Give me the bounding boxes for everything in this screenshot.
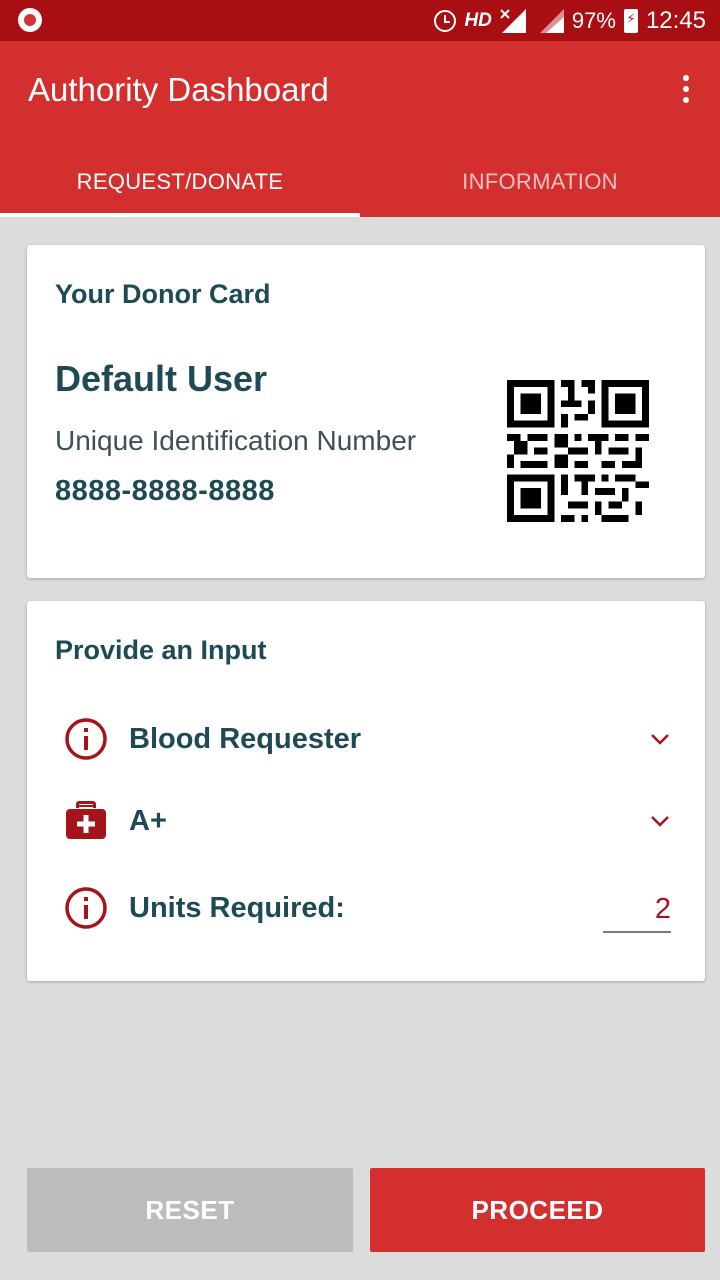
donor-name: Default User — [55, 358, 268, 399]
info-icon — [63, 716, 109, 762]
input-card: Provide an Input Blood Requester A+ Unit… — [27, 601, 705, 981]
hd-label: HD — [464, 9, 492, 31]
chevron-down-icon — [649, 728, 671, 750]
more-options-icon[interactable] — [680, 75, 692, 103]
units-required-row: Units Required: — [63, 878, 483, 938]
units-required-label: Units Required: — [129, 891, 345, 924]
requester-type-dropdown[interactable]: Blood Requester — [63, 709, 671, 769]
donor-card: Your Donor Card Default User Unique Iden… — [27, 245, 705, 578]
alarm-icon — [434, 9, 457, 32]
signal-no-data-icon — [500, 8, 526, 33]
chevron-down-icon — [649, 810, 671, 832]
signal-4g-icon — [534, 8, 564, 33]
page-title: Authority Dashboard — [28, 71, 329, 108]
donor-card-heading: Your Donor Card — [55, 279, 271, 309]
qr-code — [507, 380, 649, 522]
tab-bar: REQUEST/DONATE INFORMATION — [0, 146, 720, 217]
clock: 12:45 — [645, 6, 706, 34]
uid-label: Unique Identification Number — [55, 425, 417, 456]
blood-group-dropdown[interactable]: A+ — [63, 791, 671, 851]
tab-request-donate[interactable]: REQUEST/DONATE — [0, 146, 360, 217]
medical-kit-icon — [63, 798, 109, 844]
tab-information[interactable]: INFORMATION — [360, 146, 720, 217]
app-bar: Authority Dashboard REQUEST/DONATE INFOR… — [0, 41, 720, 217]
battery-charging-icon — [623, 8, 638, 33]
input-card-heading: Provide an Input — [55, 635, 267, 665]
requester-type-value: Blood Requester — [129, 722, 362, 755]
proceed-button[interactable]: PROCEED — [370, 1168, 705, 1252]
battery-percentage: 97% — [571, 7, 616, 33]
uid-value: 8888-8888-8888 — [55, 475, 275, 507]
status-bar: HD 97% 12:45 — [0, 0, 720, 41]
reset-button[interactable]: RESET — [27, 1168, 353, 1252]
info-icon — [63, 885, 109, 931]
units-required-input[interactable]: 2 — [603, 889, 671, 933]
status-icons: HD 97% 12:45 — [434, 0, 706, 41]
record-icon — [18, 8, 42, 32]
blood-group-value: A+ — [129, 804, 167, 837]
